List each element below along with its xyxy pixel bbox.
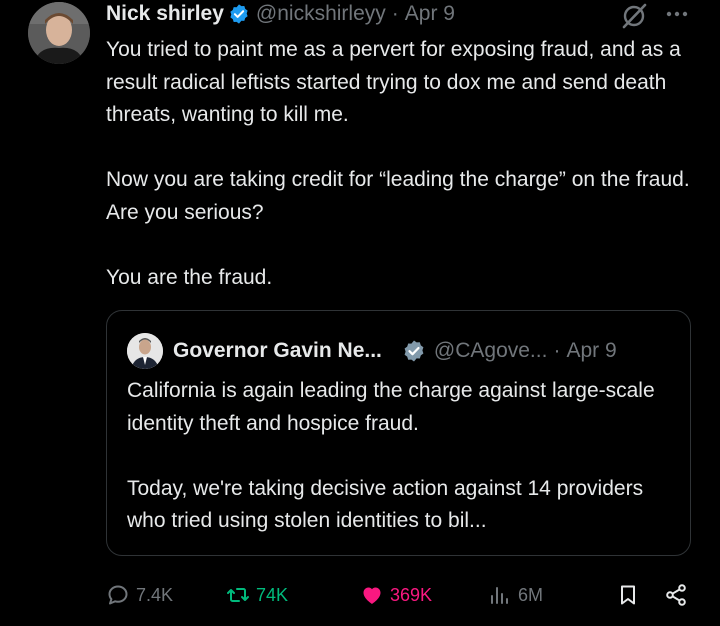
repost-count: 74K <box>256 584 289 605</box>
quoted-tweet-header: Governor Gavin Ne... @CAgove... · Apr 9 <box>173 335 617 367</box>
meta-separator: · <box>391 2 399 25</box>
repost-icon <box>227 588 249 602</box>
quoted-author-handle[interactable]: @CAgove... <box>434 339 548 363</box>
author-handle[interactable]: @nickshirleyy <box>256 2 386 26</box>
reply-button[interactable]: 7.4K <box>106 580 173 610</box>
grok-icon[interactable] <box>620 2 648 30</box>
views-icon <box>491 587 508 604</box>
reply-icon <box>108 585 128 605</box>
quoted-paragraph: Today, we're taking decisive action agai… <box>127 476 644 533</box>
like-icon <box>363 587 381 604</box>
like-count: 369K <box>390 584 433 605</box>
quoted-author-name[interactable]: Governor Gavin Ne... <box>173 339 382 363</box>
quoted-tweet-text: California is again leading the charge a… <box>127 375 682 538</box>
verified-badge-icon <box>230 4 248 24</box>
share-icon <box>666 584 686 606</box>
quoted-paragraph: California is again leading the charge a… <box>127 379 655 435</box>
views-count: 6M <box>518 584 544 605</box>
reply-count: 7.4K <box>136 584 174 605</box>
tweet-paragraph: Now you are taking credit for “leading t… <box>106 168 690 224</box>
views-button[interactable]: 6M <box>488 580 543 610</box>
repost-button[interactable]: 74K <box>226 580 288 610</box>
quoted-author-avatar[interactable] <box>127 333 163 369</box>
bookmark-button[interactable] <box>616 580 646 610</box>
tweet-header: Nick shirley @nickshirleyy · Apr 9 <box>106 0 455 28</box>
tweet-text: You tried to paint me as a pervert for e… <box>106 34 706 294</box>
like-button[interactable]: 369K <box>360 580 432 610</box>
tweet-date[interactable]: Apr 9 <box>405 2 455 26</box>
author-name[interactable]: Nick shirley <box>106 2 224 26</box>
tweet-paragraph: You tried to paint me as a pervert for e… <box>106 38 681 126</box>
more-icon[interactable] <box>664 4 690 24</box>
tweet-paragraph: You are the fraud. <box>106 265 273 289</box>
quoted-tweet-card[interactable]: Governor Gavin Ne... @CAgove... · Apr 9 … <box>106 310 691 556</box>
author-avatar[interactable] <box>28 2 90 64</box>
bookmark-icon <box>621 585 635 605</box>
verified-badge-icon <box>404 340 424 362</box>
tweet-actions: 7.4K 74K 369K 6M <box>106 580 696 610</box>
meta-separator: · <box>553 339 561 362</box>
share-button[interactable] <box>664 580 694 610</box>
quoted-tweet-date[interactable]: Apr 9 <box>566 339 616 363</box>
